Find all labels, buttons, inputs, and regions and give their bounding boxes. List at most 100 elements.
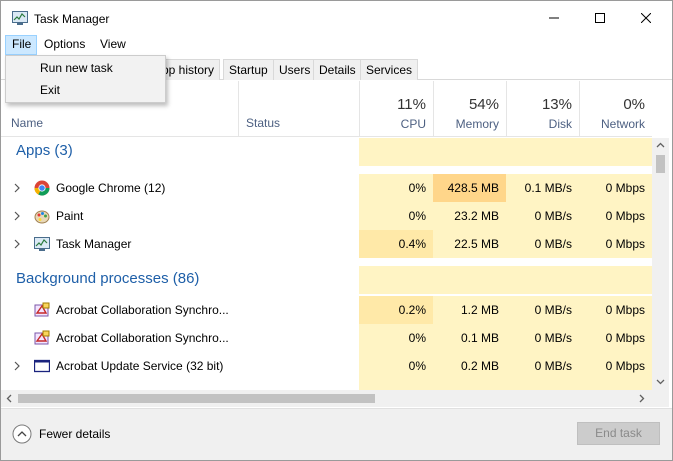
disk-cell: 0.1 MB/s <box>506 174 579 202</box>
table-row[interactable]: Paint 0% 23.2 MB 0 MB/s 0 Mbps <box>1 202 652 230</box>
heat-cell <box>506 266 579 294</box>
paint-icon <box>34 210 50 224</box>
tab-details[interactable]: Details <box>313 59 362 80</box>
chevron-up-circle-icon[interactable] <box>12 424 32 444</box>
chrome-icon <box>34 180 50 196</box>
process-name: Task Manager <box>56 237 132 251</box>
table-row-partial[interactable] <box>1 380 652 390</box>
process-name: Acrobat Collaboration Synchro... <box>56 303 229 317</box>
heat-cell <box>359 138 433 166</box>
column-status[interactable]: Status <box>246 116 280 130</box>
vertical-scroll-thumb[interactable] <box>656 155 665 173</box>
table-row[interactable]: Acrobat Collaboration Synchro... 0.2% 1.… <box>1 296 652 324</box>
menu-options[interactable]: Options <box>37 35 92 55</box>
close-button[interactable] <box>623 1 668 35</box>
network-cell: 0 Mbps <box>579 296 652 324</box>
table-row[interactable]: Task Manager 0.4% 22.5 MB 0 MB/s 0 Mbps <box>1 230 652 258</box>
scroll-down-icon[interactable] <box>656 378 665 385</box>
memory-cell: 0.2 MB <box>433 352 506 380</box>
disk-cell: 0 MB/s <box>506 324 579 352</box>
disk-cell: 0 MB/s <box>506 230 579 258</box>
acrobat-icon <box>34 302 50 317</box>
cpu-cell: 0% <box>359 324 433 352</box>
chevron-right-icon[interactable] <box>12 210 22 222</box>
task-manager-icon <box>34 237 50 251</box>
menu-item-exit[interactable]: Exit <box>6 79 165 101</box>
column-cpu[interactable]: 11% CPU <box>359 81 433 137</box>
table-row[interactable]: Google Chrome (12) 0% 428.5 MB 0.1 MB/s … <box>1 174 652 202</box>
chevron-right-icon[interactable] <box>12 238 22 250</box>
heat-cell <box>579 266 652 294</box>
group-header-apps: Apps (3) <box>1 138 652 166</box>
memory-cell: 22.5 MB <box>433 230 506 258</box>
maximize-button[interactable] <box>577 1 622 35</box>
disk-label: Disk <box>548 117 572 131</box>
network-cell: 0 Mbps <box>579 230 652 258</box>
menu-view[interactable]: View <box>93 35 133 55</box>
heat-cell <box>579 380 652 390</box>
heat-cell <box>359 380 433 390</box>
heat-cell <box>433 266 506 294</box>
acrobat-icon <box>34 330 50 345</box>
menu-item-run-new-task[interactable]: Run new task <box>6 57 165 79</box>
process-name: Paint <box>56 209 84 223</box>
tab-services[interactable]: Services <box>360 59 419 80</box>
table-row[interactable]: Acrobat Update Service (32 bit) 0% 0.2 M… <box>1 352 652 380</box>
cpu-cell: 0% <box>359 352 433 380</box>
network-cell: 0 Mbps <box>579 352 652 380</box>
memory-cell: 0.1 MB <box>433 324 506 352</box>
network-cell: 0 Mbps <box>579 324 652 352</box>
disk-cell: 0 MB/s <box>506 352 579 380</box>
close-icon <box>640 13 651 23</box>
tab-startup[interactable]: Startup <box>223 59 274 80</box>
menu-bar: File Options View <box>1 35 672 55</box>
network-label: Network <box>600 117 645 131</box>
task-manager-window: Task Manager File Options View pp histor… <box>0 0 673 461</box>
group-title: Background processes (86) <box>16 270 200 287</box>
process-name: Acrobat Collaboration Synchro... <box>56 331 229 345</box>
scroll-right-icon[interactable] <box>638 394 645 403</box>
heat-cell <box>506 380 579 390</box>
disk-cell: 0 MB/s <box>506 202 579 230</box>
cpu-cell: 0% <box>359 202 433 230</box>
memory-cell: 428.5 MB <box>433 174 506 202</box>
menu-file[interactable]: File <box>5 35 37 55</box>
memory-label: Memory <box>455 117 499 131</box>
column-memory[interactable]: 54% Memory <box>433 81 506 137</box>
group-header-background: Background processes (86) <box>1 266 652 294</box>
column-disk[interactable]: 13% Disk <box>506 81 579 137</box>
column-name[interactable]: Name <box>11 116 43 130</box>
cpu-cell: 0.2% <box>359 296 433 324</box>
cpu-cell: 0.4% <box>359 230 433 258</box>
vertical-scrollbar[interactable] <box>652 138 669 390</box>
disk-cell: 0 MB/s <box>506 296 579 324</box>
horizontal-scroll-thumb[interactable] <box>18 394 375 403</box>
heat-cell <box>579 138 652 166</box>
column-divider <box>238 81 239 137</box>
column-network[interactable]: 0% Network <box>579 81 652 137</box>
footer: Fewer details End task <box>1 408 672 460</box>
process-name: Acrobat Update Service (32 bit) <box>56 359 224 373</box>
disk-total: 13% <box>541 96 572 113</box>
memory-total: 54% <box>468 96 499 113</box>
chevron-right-icon[interactable] <box>12 360 22 372</box>
chevron-right-icon[interactable] <box>12 182 22 194</box>
window-title: Task Manager <box>34 12 110 26</box>
end-task-button[interactable]: End task <box>577 422 660 445</box>
scroll-left-icon[interactable] <box>6 394 13 403</box>
service-window-icon <box>34 359 50 373</box>
scroll-up-icon[interactable] <box>656 142 665 149</box>
cpu-total: 11% <box>397 96 426 113</box>
minimize-button[interactable] <box>531 1 576 35</box>
file-menu-dropdown: Run new task Exit <box>5 55 166 103</box>
minimize-icon <box>548 17 559 19</box>
group-title: Apps (3) <box>16 142 73 159</box>
memory-cell: 1.2 MB <box>433 296 506 324</box>
fewer-details-link[interactable]: Fewer details <box>39 427 110 441</box>
network-total: 0% <box>623 96 645 113</box>
tab-users[interactable]: Users <box>273 59 317 80</box>
maximize-icon <box>594 13 605 23</box>
table-row[interactable]: Acrobat Collaboration Synchro... 0% 0.1 … <box>1 324 652 352</box>
horizontal-scrollbar[interactable] <box>1 390 669 407</box>
network-cell: 0 Mbps <box>579 202 652 230</box>
